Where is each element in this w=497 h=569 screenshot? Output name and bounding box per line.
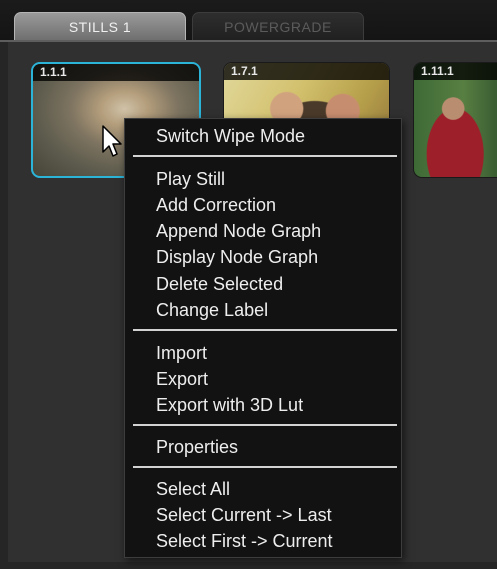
menu-item-export-with-3d-lut[interactable]: Export with 3D Lut: [156, 394, 303, 416]
menu-item-export[interactable]: Export: [156, 368, 208, 390]
gallery-panel: STILLS 1 POWERGRADE 1.1.1 1.7.1 1.11.1 S…: [0, 0, 497, 569]
menu-item-properties[interactable]: Properties: [156, 436, 238, 458]
tab-bar: STILLS 1 POWERGRADE: [0, 0, 497, 42]
menu-item-select-current-to-last[interactable]: Select Current -> Last: [156, 504, 332, 526]
still-label: 1.11.1: [414, 63, 497, 80]
menu-item-delete-selected[interactable]: Delete Selected: [156, 273, 283, 295]
menu-item-display-node-graph[interactable]: Display Node Graph: [156, 246, 318, 268]
context-menu: Switch Wipe Mode Play Still Add Correcti…: [124, 118, 402, 558]
menu-item-select-all[interactable]: Select All: [156, 478, 230, 500]
menu-item-select-first-to-current[interactable]: Select First -> Current: [156, 530, 333, 552]
menu-item-switch-wipe-mode[interactable]: Switch Wipe Mode: [156, 125, 305, 147]
menu-item-append-node-graph[interactable]: Append Node Graph: [156, 220, 321, 242]
still-thumbnail[interactable]: 1.11.1: [413, 62, 497, 178]
menu-item-change-label[interactable]: Change Label: [156, 299, 268, 321]
menu-separator: [133, 329, 397, 331]
tab-powergrade[interactable]: POWERGRADE: [192, 12, 364, 40]
still-label: 1.1.1: [33, 64, 199, 81]
menu-item-add-correction[interactable]: Add Correction: [156, 194, 276, 216]
menu-separator: [133, 466, 397, 468]
still-label: 1.7.1: [224, 63, 389, 80]
arrow-cursor-icon: [102, 125, 122, 157]
menu-separator: [133, 424, 397, 426]
menu-separator: [133, 155, 397, 157]
menu-item-play-still[interactable]: Play Still: [156, 168, 225, 190]
menu-item-import[interactable]: Import: [156, 342, 207, 364]
tab-stills-1[interactable]: STILLS 1: [14, 12, 186, 40]
